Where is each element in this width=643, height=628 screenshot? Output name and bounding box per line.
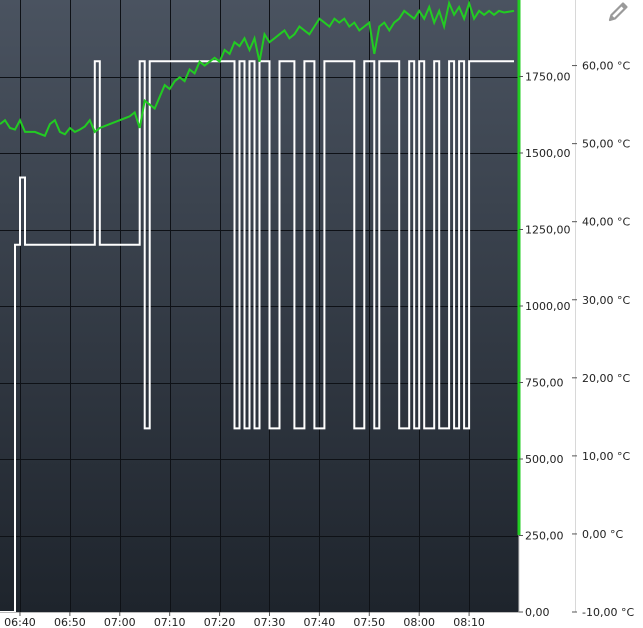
right-axis-tick-label: 30,00 °C: [582, 294, 630, 307]
left-axis-tick-label: 750,00: [525, 377, 564, 390]
x-axis-tick-label: 07:10: [154, 616, 186, 628]
x-axis-tick-label: 07:50: [353, 616, 385, 628]
left-axis-tick-label: 1750,00: [525, 71, 571, 84]
chart-container: 0,00 250,00 500,00 750,00 1000,00 1250,00 1500…: [0, 0, 643, 628]
x-axis-tick-label: 08:10: [453, 616, 485, 628]
x-axis-tick-label: 08:00: [403, 616, 435, 628]
right-axis-tick-label: 50,00 °C: [582, 138, 630, 151]
left-axis-tick-label: 500,00: [525, 453, 564, 466]
chart-svg: 0,00 250,00 500,00 750,00 1000,00 1250,00 1500…: [0, 0, 634, 628]
x-axis-tick-label: 07:20: [204, 616, 236, 628]
pencil-icon[interactable]: [606, 0, 632, 24]
right-axis-tick-label: 10,00 °C: [582, 450, 630, 463]
right-axis-tick-label: 40,00 °C: [582, 216, 630, 229]
left-axis-tick-label: 1500,00: [525, 147, 571, 160]
x-axis-tick-label: 06:40: [4, 616, 36, 628]
right-axis-tick-label: 60,00 °C: [582, 60, 630, 73]
left-axis-tick-label: 1000,00: [525, 300, 571, 313]
left-axis-tick-label: 250,00: [525, 530, 564, 543]
x-axis-tick-label: 07:40: [304, 616, 336, 628]
right-axis-tick-label: 0,00 °C: [582, 528, 623, 541]
left-axis-tick-label: 1250,00: [525, 224, 571, 237]
x-axis-tick-label: 07:30: [254, 616, 286, 628]
x-axis-tick-label: 07:00: [104, 616, 136, 628]
right-axis-tick-label: 20,00 °C: [582, 372, 630, 385]
left-axis-tick-label: 0,00: [525, 606, 550, 619]
x-axis-tick-label: 06:50: [54, 616, 86, 628]
right-axis-tick-label: -10,00 °C: [582, 606, 634, 619]
